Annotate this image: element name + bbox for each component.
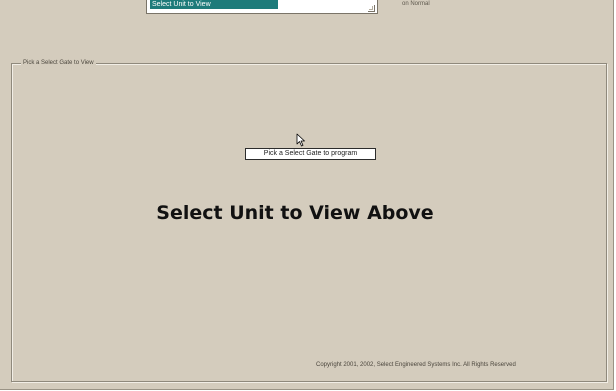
app-window: Select Unit to View on Normal Pick a Sel… (0, 0, 614, 390)
top-status-text: on Normal (402, 1, 430, 7)
mouse-pointer-icon (296, 133, 305, 147)
resize-grip-icon[interactable] (368, 5, 375, 12)
unit-select-selected-value[interactable]: Select Unit to View (150, 0, 278, 9)
unit-select-dropdown[interactable]: Select Unit to View (146, 0, 378, 14)
gate-view-group-label: Pick a Select Gate to View (21, 59, 96, 67)
main-heading: Select Unit to View Above (156, 202, 434, 224)
pick-gate-program-button[interactable]: Pick a Select Gate to program (245, 148, 376, 160)
copyright-text: Copyright 2001, 2002, Select Engineered … (316, 362, 516, 368)
